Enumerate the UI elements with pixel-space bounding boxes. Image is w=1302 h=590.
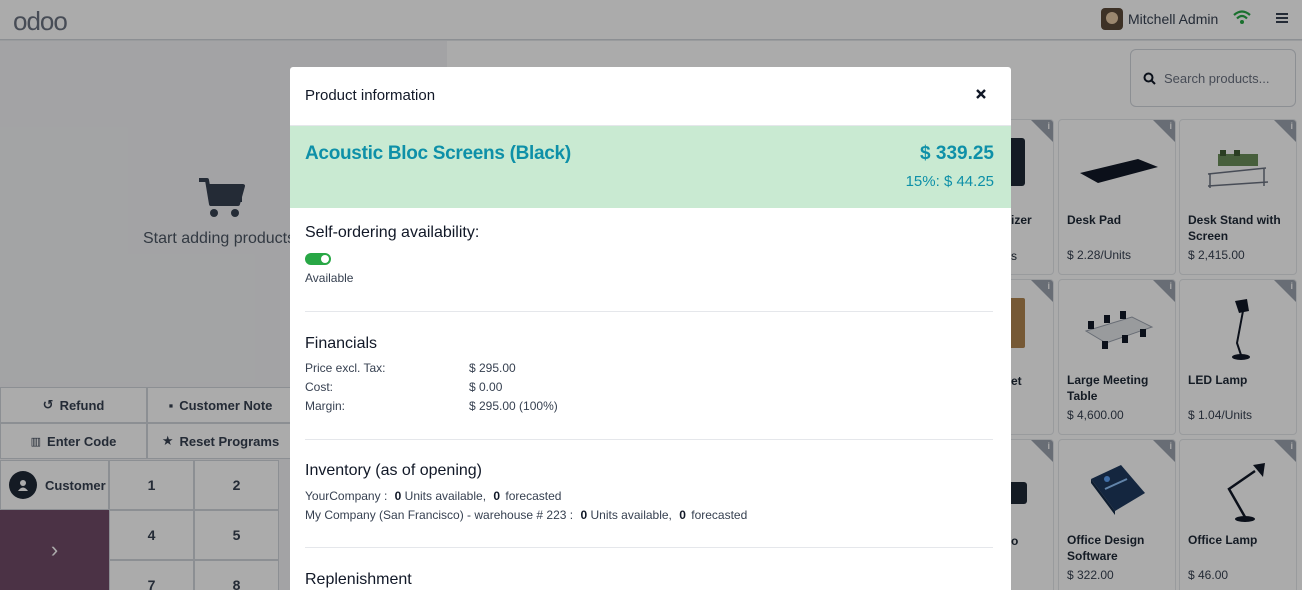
product-price: $ 339.25 <box>920 143 994 164</box>
inventory-forecasted-label: forecasted <box>691 508 748 522</box>
divider <box>305 547 993 548</box>
financial-label: Margin: <box>305 399 346 413</box>
inventory-location: My Company (San Francisco) - warehouse #… <box>305 508 574 522</box>
inventory-forecasted: 0 <box>493 489 501 503</box>
product-info-dialog: Product information Acoustic Bloc Screen… <box>290 67 1011 590</box>
self-ordering-title: Self-ordering availability: <box>305 224 480 241</box>
dialog-title: Product information <box>305 87 436 104</box>
divider <box>305 311 993 312</box>
inventory-title: Inventory (as of opening) <box>305 462 482 479</box>
inventory-row: My Company (San Francisco) - warehouse #… <box>305 508 747 522</box>
availability-toggle[interactable] <box>305 253 331 265</box>
inventory-available-label: Units available, <box>590 508 672 522</box>
replenishment-title: Replenishment <box>305 571 412 588</box>
tax-line: 15%: $ 44.25 <box>905 173 994 190</box>
financials-title: Financials <box>305 335 378 352</box>
divider <box>305 439 993 440</box>
financial-label: Price excl. Tax: <box>305 361 386 375</box>
financial-value: $ 295.00 <box>469 361 516 375</box>
financial-value: $ 295.00 (100%) <box>469 399 558 413</box>
inventory-available: 0 <box>580 508 588 522</box>
availability-label: Available <box>305 271 354 285</box>
close-icon[interactable] <box>975 88 987 100</box>
inventory-location: YourCompany : <box>305 489 388 503</box>
inventory-forecasted: 0 <box>679 508 686 522</box>
inventory-available-label: Units available, <box>404 489 487 503</box>
financial-label: Cost: <box>305 380 334 394</box>
product-summary: Acoustic Bloc Screens (Black) $ 339.25 1… <box>290 126 1011 208</box>
inventory-available: 0 <box>394 489 402 503</box>
dialog-header: Product information <box>290 67 1011 126</box>
inventory-row: YourCompany : 0 Units available, 0 forec… <box>305 489 561 503</box>
product-name: Acoustic Bloc Screens (Black) <box>305 143 571 164</box>
financial-value: $ 0.00 <box>469 380 503 394</box>
inventory-forecasted-label: forecasted <box>505 489 562 503</box>
